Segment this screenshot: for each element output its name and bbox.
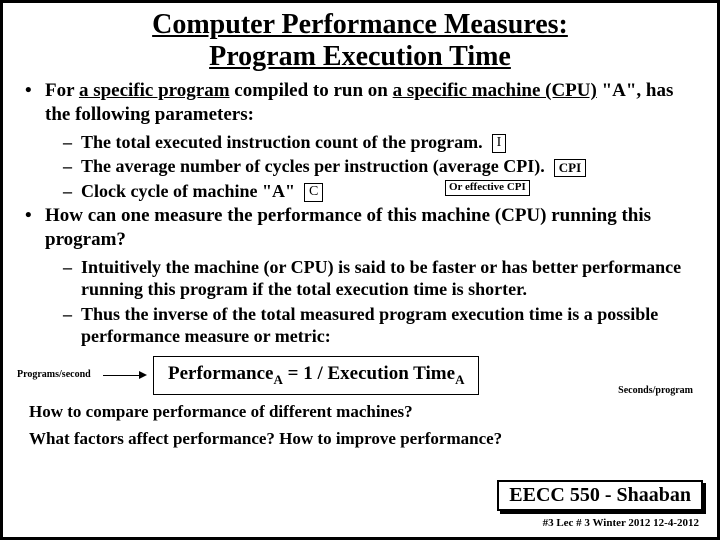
- question-2: What factors affect performance? How to …: [29, 428, 703, 451]
- sub-4: Intuitively the machine (or CPU) is said…: [45, 256, 703, 301]
- main-list: For a specific program compiled to run o…: [17, 79, 703, 348]
- bullet-2: How can one measure the performance of t…: [17, 204, 703, 348]
- formula-row: Programs/second PerformanceA = 1 / Execu…: [17, 356, 703, 395]
- b1-mid: compiled to run on: [230, 80, 393, 101]
- b1-u1: a specific program: [79, 80, 230, 101]
- formula-sub-a2: A: [455, 372, 464, 387]
- effective-cpi-label: Or effective CPI: [445, 180, 530, 196]
- formula-sub-a1: A: [274, 372, 283, 387]
- sub-2: The average number of cycles per instruc…: [45, 155, 703, 178]
- question-1: How to compare performance of different …: [29, 401, 703, 424]
- seconds-per-program-label: Seconds/program: [618, 385, 693, 396]
- sub-list-1: The total executed instruction count of …: [45, 131, 703, 203]
- s5-text: Thus the inverse of the total measured p…: [81, 304, 658, 347]
- sub-3: Clock cycle of machine "A" C Or effectiv…: [45, 180, 703, 203]
- footer-meta: #3 Lec # 3 Winter 2012 12-4-2012: [543, 517, 699, 529]
- formula-box: PerformanceA = 1 / Execution TimeA: [153, 356, 479, 395]
- sub-list-2: Intuitively the machine (or CPU) is said…: [45, 256, 703, 348]
- secprog-text: Seconds/program: [618, 385, 693, 396]
- title-line-2: Program Execution Time: [209, 41, 511, 72]
- title-line-1: Computer Performance Measures:: [152, 9, 568, 40]
- b1-u2: a specific machine (CPU): [393, 80, 597, 101]
- slide-title: Computer Performance Measures: Program E…: [17, 9, 703, 73]
- bullet-1: For a specific program compiled to run o…: [17, 79, 703, 202]
- b2-text: How can one measure the performance of t…: [45, 205, 651, 250]
- s2-text: The average number of cycles per instruc…: [81, 156, 545, 176]
- b1-pre: For: [45, 80, 79, 101]
- i-box: I: [492, 134, 507, 153]
- slide: Computer Performance Measures: Program E…: [0, 0, 720, 540]
- s3-text: Clock cycle of machine "A": [81, 181, 295, 201]
- sub-5: Thus the inverse of the total measured p…: [45, 303, 703, 348]
- s1-text: The total executed instruction count of …: [81, 132, 483, 152]
- sub-1: The total executed instruction count of …: [45, 131, 703, 154]
- course-footer-box: EECC 550 - Shaaban: [497, 480, 703, 511]
- formula-exectime: Execution Time: [328, 363, 456, 384]
- formula-performance: Performance: [168, 363, 274, 384]
- programs-per-second-label: Programs/second: [17, 370, 103, 380]
- c-box: C: [304, 183, 323, 202]
- cpi-annotation: CPI: [554, 159, 586, 177]
- formula-eq: = 1 /: [283, 363, 328, 384]
- arrow-icon: [103, 375, 147, 376]
- s4-text: Intuitively the machine (or CPU) is said…: [81, 257, 681, 300]
